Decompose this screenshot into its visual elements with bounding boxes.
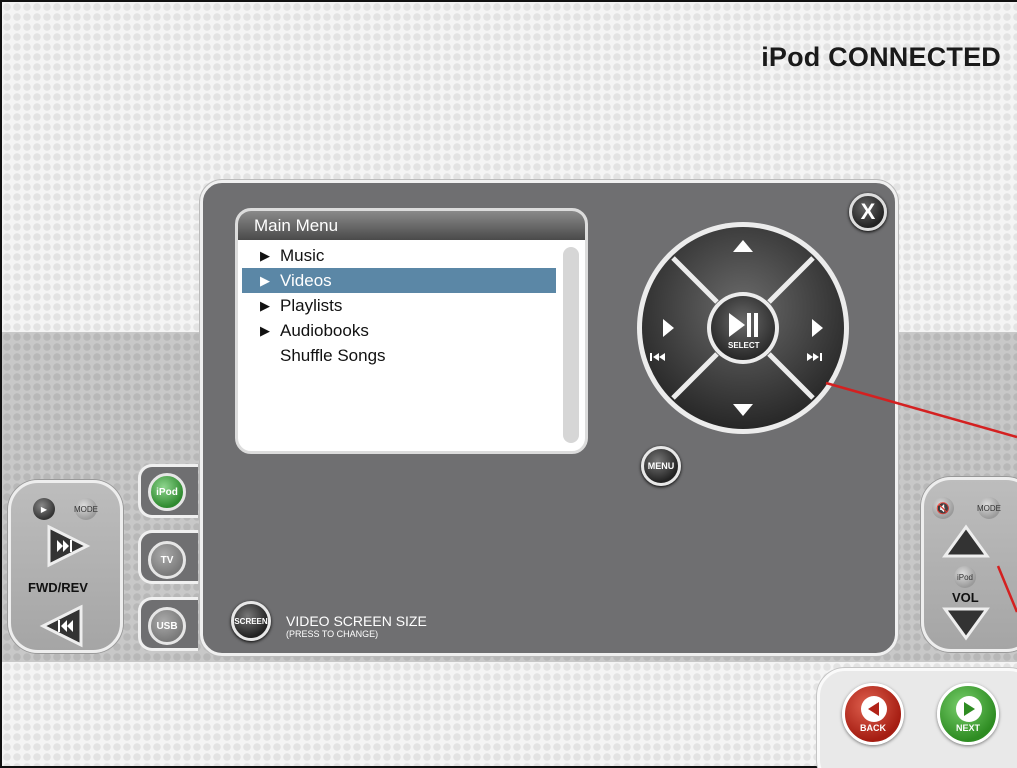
next-button[interactable]: NEXT [937, 683, 999, 745]
back-label: BACK [860, 723, 886, 733]
annotation-lines [825, 381, 1017, 613]
back-arrow-icon [861, 696, 887, 722]
next-label: NEXT [955, 723, 980, 733]
back-button[interactable]: BACK [842, 683, 904, 745]
next-arrow-icon [956, 696, 982, 722]
